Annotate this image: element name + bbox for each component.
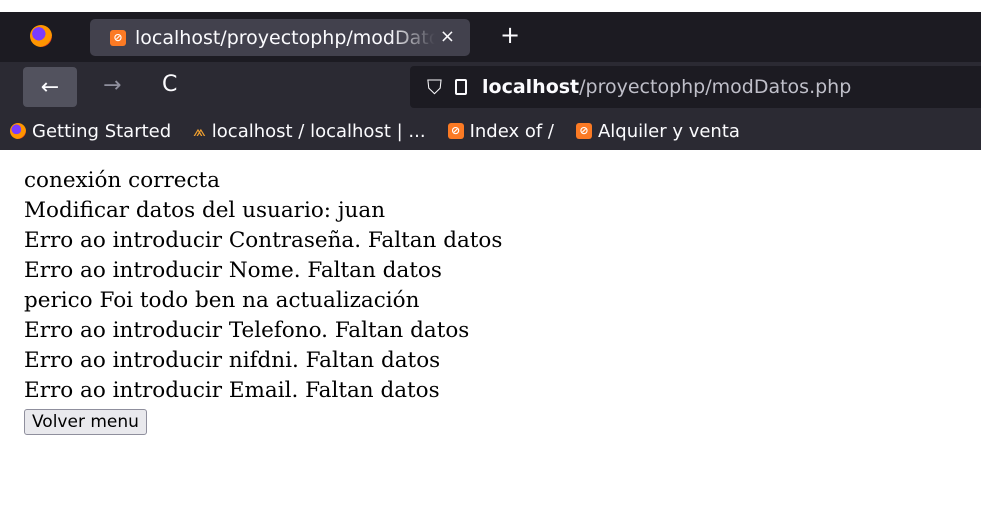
new-tab-button[interactable]: +: [500, 21, 520, 49]
error-name: Erro ao introducir Nome. Faltan datos: [24, 258, 442, 283]
page-icon[interactable]: [455, 79, 467, 95]
error-phone: Erro ao introducir Telefono. Faltan dato…: [24, 318, 470, 343]
window-top-strip: [0, 0, 981, 12]
error-password: Erro ao introducir Contraseña. Faltan da…: [24, 228, 503, 253]
status-connection: conexión correcta: [24, 168, 220, 193]
reload-button[interactable]: C: [162, 72, 177, 97]
error-email: Erro ao introducir Email. Faltan datos: [24, 378, 440, 403]
firefox-icon[interactable]: [30, 25, 52, 47]
bookmark-label: Getting Started: [32, 120, 172, 142]
modify-user-heading: Modificar datos del usuario: juan: [24, 198, 386, 223]
tab-bar: ⊘ localhost/proyectophp/modDatos.php × +: [0, 12, 981, 62]
bookmark-label: Alquiler y venta: [597, 120, 740, 142]
shield-icon[interactable]: ⛉: [427, 75, 442, 99]
page-content: conexión correcta Modificar datos del us…: [0, 150, 981, 436]
xampp-icon: ⊘: [575, 123, 592, 139]
error-nifdni: Erro ao introducir nifdni. Faltan datos: [24, 348, 441, 373]
bookmark-label: localhost / localhost | ...: [211, 120, 426, 142]
navigation-bar: ← → C ⛉ localhost/proyectophp/modDatos.p…: [0, 62, 981, 112]
bookmarks-toolbar: Getting Started ⩕ localhost / localhost …: [0, 112, 981, 150]
xampp-icon: ⊘: [110, 29, 126, 46]
back-to-menu-button[interactable]: Volver menu: [24, 409, 147, 435]
firefox-icon: [10, 123, 26, 139]
tab-title: localhost/proyectophp/modDatos.php: [135, 26, 435, 49]
bookmark-phpmyadmin[interactable]: ⩕ localhost / localhost | ...: [193, 121, 425, 142]
tab-active[interactable]: ⊘ localhost/proyectophp/modDatos.php ×: [90, 19, 470, 56]
url-path: /proyectophp/modDatos.php: [579, 76, 852, 98]
phpmyadmin-icon: ⩕: [193, 121, 206, 140]
url-host: localhost: [482, 76, 580, 98]
xampp-icon: ⊘: [447, 123, 464, 139]
bookmark-index-of[interactable]: ⊘ Index of /: [447, 120, 554, 142]
close-icon[interactable]: ×: [440, 26, 455, 47]
back-button[interactable]: ←: [23, 67, 77, 107]
bookmark-label: Index of /: [469, 120, 554, 142]
url-text[interactable]: localhost/proyectophp/modDatos.php: [482, 76, 851, 98]
bookmark-alquiler-venta[interactable]: ⊘ Alquiler y venta: [575, 120, 740, 142]
update-success: perico Foi todo ben na actualización: [24, 288, 420, 313]
bookmark-getting-started[interactable]: Getting Started: [10, 121, 171, 142]
forward-button[interactable]: →: [103, 73, 121, 98]
url-bar[interactable]: ⛉ localhost/proyectophp/modDatos.php: [410, 66, 981, 108]
